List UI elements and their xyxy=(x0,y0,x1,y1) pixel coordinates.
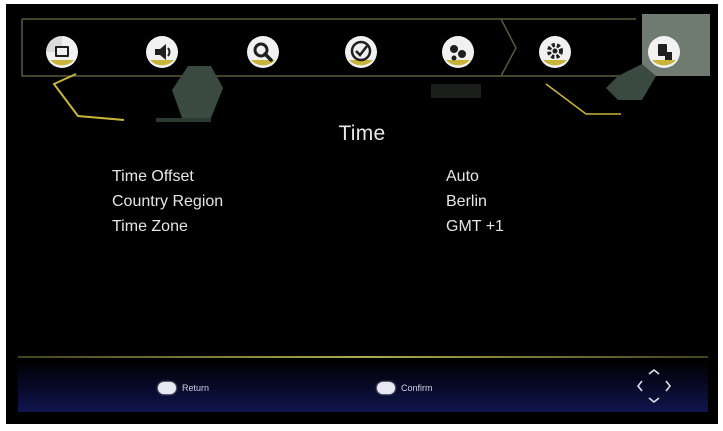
lock-icon[interactable] xyxy=(440,34,476,70)
return-label: Return xyxy=(182,383,210,393)
picture-icon[interactable] xyxy=(44,34,80,70)
search-icon[interactable] xyxy=(245,34,281,70)
confirm-label: Confirm xyxy=(401,383,433,393)
footer-bar xyxy=(18,360,708,412)
usb-icon[interactable] xyxy=(646,34,682,70)
settings-row-country-region[interactable]: Country Region Berlin xyxy=(112,191,632,217)
clock-icon[interactable] xyxy=(343,34,379,70)
setting-label: Time Offset xyxy=(112,168,194,185)
setting-label: Country Region xyxy=(112,193,224,210)
menu-key-icon xyxy=(158,382,176,394)
tv-screen: Time Time Offset Auto Country Region Ber… xyxy=(6,4,718,424)
settings-row-time-offset[interactable]: Time Offset Auto xyxy=(112,166,632,192)
setting-label: Time Zone xyxy=(112,218,188,235)
page-title: Time xyxy=(338,122,386,145)
confirm-hint[interactable]: Confirm xyxy=(377,379,433,397)
footer-divider xyxy=(18,356,708,358)
settings-row-time-zone[interactable]: Time Zone GMT +1 xyxy=(112,216,632,242)
return-hint[interactable]: Return xyxy=(158,379,209,397)
dpad-icon xyxy=(636,368,672,404)
ok-key-icon xyxy=(377,382,395,394)
sound-icon[interactable] xyxy=(144,34,180,70)
setting-value: Berlin xyxy=(446,193,487,210)
setting-value: GMT +1 xyxy=(446,218,504,235)
setting-value: Auto xyxy=(446,168,479,185)
gear-icon[interactable] xyxy=(537,34,573,70)
